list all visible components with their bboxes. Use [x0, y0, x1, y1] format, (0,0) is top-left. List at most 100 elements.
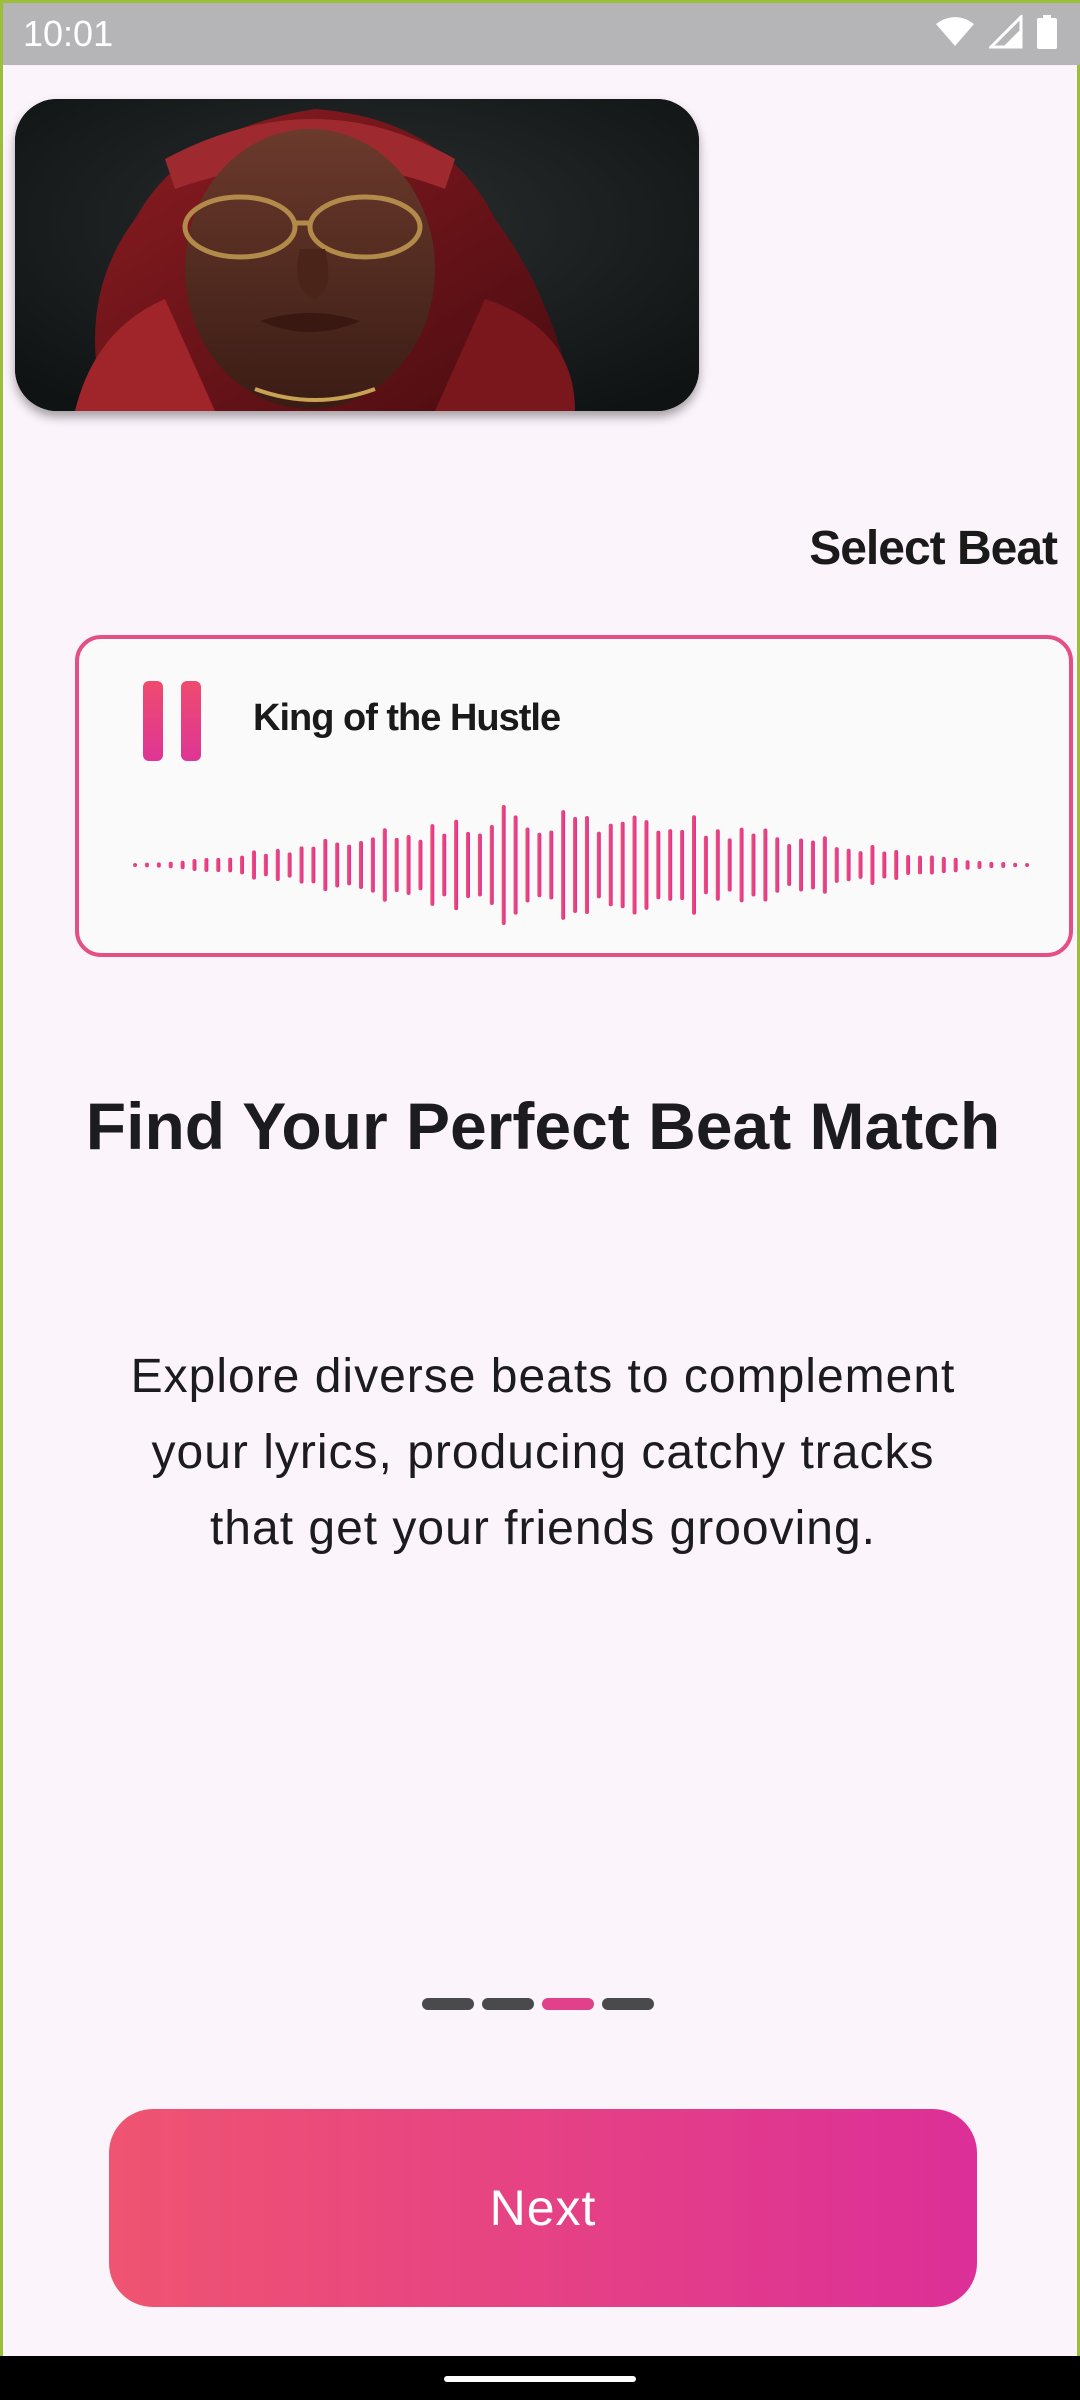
waveform-bar: [144, 862, 149, 868]
beat-title: King of the Hustle: [253, 697, 561, 739]
waveform-bar: [537, 832, 542, 898]
artist-hero-image: [15, 99, 699, 411]
waveform-bar: [691, 815, 696, 915]
waveform-bar: [858, 851, 863, 879]
status-icons: [935, 15, 1057, 49]
waveform-bar: [787, 844, 792, 886]
status-bar: 10:01: [3, 3, 1080, 65]
waveform-bar: [822, 836, 827, 894]
waveform-bar: [430, 824, 435, 906]
waveform-bar: [846, 848, 851, 882]
waveform-bar: [275, 848, 280, 882]
waveform-bar: [394, 837, 399, 893]
waveform-bar: [799, 838, 804, 892]
waveform-bar: [1001, 861, 1006, 869]
waveform-bar: [299, 846, 304, 884]
waveform-bar: [739, 827, 744, 903]
waveform-bar: [501, 805, 506, 925]
app-screen: 10:01 Select Beat King of the Hustle Fin…: [0, 0, 1080, 2356]
waveform-bar: [477, 833, 482, 897]
waveform-bar: [240, 855, 245, 875]
waveform-bar: [251, 850, 256, 880]
waveform-bar: [656, 830, 661, 900]
waveform-bar: [715, 829, 720, 901]
page-indicator-dot: [422, 1998, 474, 2010]
waveform-bar: [406, 835, 411, 895]
next-button[interactable]: Next: [109, 2109, 977, 2307]
waveform-bar: [941, 856, 946, 874]
select-beat-label: Select Beat: [809, 522, 1058, 575]
waveform-bar: [763, 828, 768, 902]
waveform-bar: [810, 840, 815, 890]
waveform-bar: [525, 827, 530, 903]
waveform-bar: [775, 837, 780, 893]
waveform-bar: [596, 831, 601, 899]
waveform-bar: [632, 815, 637, 915]
waveform-bar: [466, 831, 471, 899]
waveform-bar: [668, 829, 673, 901]
waveform-bar: [965, 860, 970, 870]
page-indicator-dot: [482, 1998, 534, 2010]
beat-card[interactable]: King of the Hustle: [75, 635, 1073, 957]
waveform-bar: [228, 857, 233, 873]
waveform-bar: [204, 858, 209, 872]
waveform-bar: [953, 857, 958, 873]
wifi-icon: [936, 17, 974, 46]
waveform-bar: [263, 853, 268, 877]
home-handle[interactable]: [444, 2376, 636, 2382]
pause-icon[interactable]: [143, 681, 207, 761]
waveform-bar: [989, 861, 994, 869]
waveform-bar: [870, 844, 875, 886]
status-time: 10:01: [23, 13, 114, 54]
waveform-bar: [584, 816, 589, 914]
waveform-bar: [370, 837, 375, 893]
waveform-bar: [929, 855, 934, 875]
waveform-bar: [917, 855, 922, 875]
waveform-bar: [168, 861, 173, 869]
page-indicator: [422, 1998, 654, 2010]
waveform-bar: [561, 810, 566, 920]
waveform-bar: [882, 851, 887, 879]
waveform-bar: [418, 839, 423, 891]
waveform-bar: [287, 852, 292, 878]
waveform-bar: [335, 842, 340, 888]
waveform-bar: [727, 838, 732, 892]
waveform-bar: [323, 838, 328, 892]
waveform-visualization: [133, 805, 1029, 925]
waveform-bar: [680, 829, 685, 901]
battery-icon: [1037, 15, 1057, 49]
waveform-bar: [549, 830, 554, 900]
waveform-bar: [311, 846, 316, 884]
page-indicator-dot: [602, 1998, 654, 2010]
waveform-bar: [382, 828, 387, 902]
waveform-bar: [133, 863, 137, 867]
waveform-bar: [442, 833, 447, 897]
waveform-bar: [489, 824, 494, 906]
waveform-bar: [977, 861, 982, 869]
waveform-bar: [644, 820, 649, 910]
waveform-bar: [703, 835, 708, 895]
waveform-bar: [573, 817, 578, 913]
waveform-bar: [1025, 863, 1029, 867]
waveform-bar: [620, 821, 625, 909]
waveform-bar: [906, 855, 911, 875]
waveform-bar: [751, 833, 756, 897]
waveform-bar: [894, 849, 899, 881]
waveform-bar: [358, 840, 363, 890]
waveform-bar: [1013, 862, 1018, 868]
signal-icon: [989, 15, 1023, 49]
onboarding-headline: Find Your Perfect Beat Match: [85, 1089, 1001, 1163]
artist-portrait: [15, 99, 699, 411]
waveform-bar: [608, 823, 613, 907]
waveform-bar: [347, 844, 352, 886]
waveform-bar: [834, 847, 839, 883]
waveform-bar: [180, 860, 185, 870]
waveform-bar: [156, 862, 161, 868]
waveform-bar: [513, 815, 518, 915]
navigation-bar: [0, 2356, 1080, 2400]
onboarding-description: Explore diverse beats to complement your…: [130, 1350, 956, 1555]
waveform-bar: [192, 858, 197, 872]
waveform-bar: [216, 857, 221, 873]
page-indicator-dot: [542, 1998, 594, 2010]
waveform-bar: [454, 819, 459, 911]
